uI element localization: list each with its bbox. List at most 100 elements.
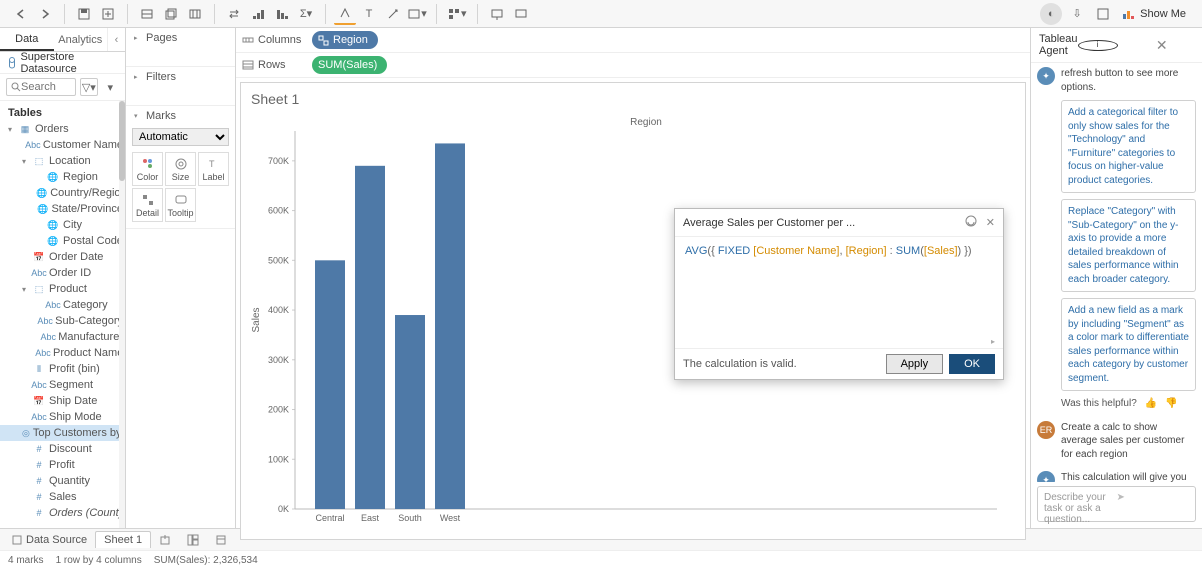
columns-pill-region[interactable]: Region bbox=[312, 31, 378, 49]
dimension-icon bbox=[318, 35, 329, 46]
pages-card-header[interactable]: ▸Pages bbox=[126, 28, 235, 48]
field-customer-name[interactable]: AbcCustomer Name bbox=[0, 137, 125, 153]
field-product[interactable]: ▾⬚Product bbox=[0, 281, 125, 297]
calc-caret-icon: ▸ bbox=[675, 337, 1003, 348]
swap-button[interactable] bbox=[223, 3, 245, 25]
calc-ok-button[interactable]: OK bbox=[949, 354, 995, 374]
data-guide-button[interactable]: ◐ bbox=[1040, 3, 1062, 25]
field-postal-code[interactable]: 🌐Postal Code bbox=[0, 233, 125, 249]
new-story-button[interactable] bbox=[207, 532, 235, 548]
duplicate-button[interactable] bbox=[160, 3, 182, 25]
sheet1-tab[interactable]: Sheet 1 bbox=[95, 531, 151, 548]
collapse-data-panel-button[interactable]: ‹ bbox=[107, 28, 125, 51]
field-orders[interactable]: ▾▦Orders bbox=[0, 121, 125, 137]
field-top-customers-by-p-[interactable]: ◎Top Customers by P... bbox=[0, 425, 125, 441]
field-ship-date[interactable]: 📅Ship Date bbox=[0, 393, 125, 409]
sort-desc-button[interactable] bbox=[271, 3, 293, 25]
calc-apply-button[interactable]: Apply bbox=[886, 354, 944, 374]
agent-avatar-icon: ✦ bbox=[1037, 471, 1055, 482]
agent-info-icon[interactable]: i bbox=[1078, 40, 1118, 51]
save-button[interactable] bbox=[73, 3, 95, 25]
filters-card-header[interactable]: ▸Filters bbox=[126, 67, 235, 87]
comment-button[interactable] bbox=[1092, 3, 1114, 25]
bar-south[interactable] bbox=[395, 315, 425, 509]
data-panel-scrollbar[interactable] bbox=[119, 101, 125, 181]
new-sheet-button[interactable] bbox=[151, 532, 179, 548]
undo-button[interactable] bbox=[10, 3, 32, 25]
search-input[interactable] bbox=[21, 81, 71, 93]
field-menu-button[interactable]: ▾ bbox=[102, 78, 119, 96]
field-region[interactable]: 🌐Region bbox=[0, 169, 125, 185]
calc-close-icon[interactable]: ✕ bbox=[986, 216, 995, 229]
presentation-button[interactable] bbox=[486, 3, 508, 25]
show-cards-button[interactable]: ▾ bbox=[445, 3, 469, 25]
agent-avatar-icon: ✦ bbox=[1037, 67, 1055, 85]
field-ship-mode[interactable]: AbcShip Mode bbox=[0, 409, 125, 425]
field-city[interactable]: 🌐City bbox=[0, 217, 125, 233]
format-button[interactable] bbox=[382, 3, 404, 25]
send-icon[interactable]: ➤ bbox=[1117, 492, 1190, 503]
field-order-date[interactable]: 📅Order Date bbox=[0, 249, 125, 265]
bar-west[interactable] bbox=[435, 143, 465, 509]
svg-text:0K: 0K bbox=[278, 504, 289, 514]
totals-button[interactable]: Σ▾ bbox=[295, 3, 317, 25]
redo-button[interactable] bbox=[34, 3, 56, 25]
field-order-id[interactable]: AbcOrder ID bbox=[0, 265, 125, 281]
mark-tooltip[interactable]: Tooltip bbox=[165, 188, 196, 222]
agent-suggestion-0[interactable]: Add a categorical filter to only show sa… bbox=[1061, 100, 1196, 193]
bar-central[interactable] bbox=[315, 260, 345, 509]
mark-type-select[interactable]: Automatic bbox=[132, 128, 229, 146]
datasource-tab[interactable]: Data Source bbox=[4, 532, 95, 548]
svg-text:500K: 500K bbox=[268, 255, 289, 265]
field-sub-category[interactable]: AbcSub-Category bbox=[0, 313, 125, 329]
calc-formula-editor[interactable]: AVG({ FIXED [Customer Name], [Region] : … bbox=[675, 237, 1003, 337]
agent-text-line: refresh button to see more options. bbox=[1061, 67, 1196, 94]
tab-analytics[interactable]: Analytics bbox=[54, 28, 108, 51]
field-location[interactable]: ▾⬚Location bbox=[0, 153, 125, 169]
sort-asc-button[interactable] bbox=[247, 3, 269, 25]
mark-detail[interactable]: Detail bbox=[132, 188, 163, 222]
field-state-province[interactable]: 🌐State/Province bbox=[0, 201, 125, 217]
field-product-name[interactable]: AbcProduct Name bbox=[0, 345, 125, 361]
field-profit[interactable]: #Profit bbox=[0, 457, 125, 473]
mark-label[interactable]: TLabel bbox=[198, 152, 229, 186]
new-worksheet-button[interactable] bbox=[136, 3, 158, 25]
field-quantity[interactable]: #Quantity bbox=[0, 473, 125, 489]
calc-expand-icon[interactable] bbox=[964, 214, 978, 231]
thumbs-up-icon[interactable]: 👍 bbox=[1145, 397, 1157, 411]
share-button[interactable] bbox=[510, 3, 532, 25]
bar-east[interactable] bbox=[355, 166, 385, 509]
fit-button[interactable]: ▾ bbox=[406, 3, 428, 25]
agent-close-button[interactable]: ✕ bbox=[1156, 37, 1194, 54]
field-profit-bin-[interactable]: ⫴Profit (bin) bbox=[0, 361, 125, 377]
mark-size[interactable]: Size bbox=[165, 152, 196, 186]
rows-shelf-label: Rows bbox=[242, 59, 302, 71]
text-button[interactable]: T bbox=[358, 3, 380, 25]
mark-color[interactable]: Color bbox=[132, 152, 163, 186]
field-segment[interactable]: AbcSegment bbox=[0, 377, 125, 393]
agent-suggestion-1[interactable]: Replace "Category" with "Sub-Category" o… bbox=[1061, 199, 1196, 292]
datasource-row[interactable]: Superstore Datasource bbox=[0, 52, 125, 74]
agent-suggestion-2[interactable]: Add a new field as a mark by including "… bbox=[1061, 298, 1196, 391]
download-button[interactable]: ⇩ bbox=[1066, 3, 1088, 25]
sheet-title[interactable]: Sheet 1 bbox=[247, 89, 1019, 113]
field-country-region[interactable]: 🌐Country/Region bbox=[0, 185, 125, 201]
field-sales[interactable]: #Sales bbox=[0, 489, 125, 505]
agent-input[interactable]: Describe your task or ask a question... … bbox=[1037, 486, 1196, 522]
clear-button[interactable] bbox=[184, 3, 206, 25]
filter-fields-button[interactable]: ▽▾ bbox=[80, 78, 98, 96]
field-manufacturer[interactable]: AbcManufacturer bbox=[0, 329, 125, 345]
tab-data[interactable]: Data bbox=[0, 28, 54, 51]
search-icon bbox=[11, 82, 21, 92]
thumbs-down-icon[interactable]: 👎 bbox=[1165, 397, 1177, 411]
show-me-button[interactable]: Show Me bbox=[1118, 5, 1190, 23]
new-dashboard-button[interactable] bbox=[179, 532, 207, 548]
search-input-wrapper[interactable] bbox=[6, 78, 76, 96]
marks-card-header[interactable]: ▾Marks bbox=[126, 106, 235, 126]
rows-pill-sum-sales[interactable]: SUM(Sales) bbox=[312, 56, 387, 74]
field-orders-count-[interactable]: #Orders (Count) bbox=[0, 505, 125, 521]
field-discount[interactable]: #Discount bbox=[0, 441, 125, 457]
highlight-button[interactable] bbox=[334, 3, 356, 25]
field-category[interactable]: AbcCategory bbox=[0, 297, 125, 313]
revert-button[interactable] bbox=[97, 3, 119, 25]
